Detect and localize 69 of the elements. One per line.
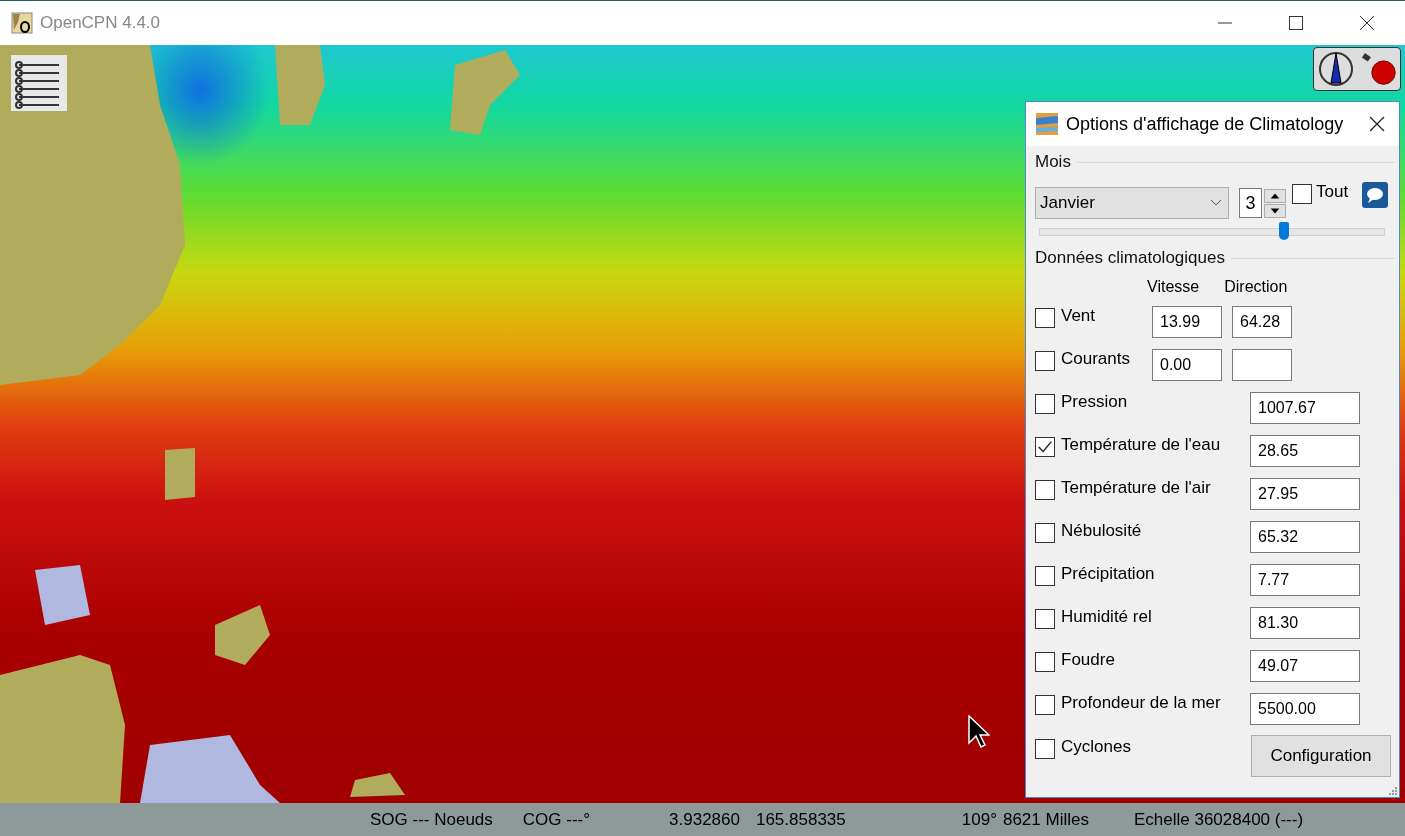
checkbox[interactable] xyxy=(1035,393,1055,414)
map-thumbnail-icon xyxy=(1036,113,1058,135)
status-text: Echelle 36028400 (---) xyxy=(1133,809,1304,830)
checkbox[interactable] xyxy=(1035,739,1055,759)
input-field[interactable]: 49.07 xyxy=(1250,649,1360,682)
close-icon[interactable] xyxy=(1359,15,1375,31)
dialog-title: Options d'affichage de Climatology xyxy=(1066,113,1344,135)
input-field[interactable]: 28.65 xyxy=(1250,434,1360,467)
checkbox[interactable] xyxy=(1035,350,1055,371)
input-field[interactable]: 81.30 xyxy=(1250,606,1360,639)
input-field[interactable]: 65.32 xyxy=(1250,520,1360,553)
checkbox[interactable] xyxy=(1035,565,1055,586)
checkbox-label: Pression xyxy=(1061,391,1128,412)
status-text: 109° xyxy=(961,809,997,830)
checkbox[interactable] xyxy=(1035,651,1055,672)
configuration-button[interactable]: Configuration xyxy=(1251,735,1391,777)
maximize-icon[interactable] xyxy=(1288,15,1304,31)
status-text: SOG --- Noeuds xyxy=(370,809,493,830)
cursor-icon xyxy=(968,715,990,749)
checkbox[interactable] xyxy=(1035,307,1055,328)
checkbox-label: Profondeur de la mer xyxy=(1061,692,1221,713)
input-field[interactable] xyxy=(1232,348,1292,381)
checkbox[interactable] xyxy=(1035,694,1055,715)
input-field[interactable]: 7.77 xyxy=(1250,563,1360,596)
checkbox-label: Tout xyxy=(1316,182,1349,202)
window-title: OpenCPN 4.4.0 xyxy=(40,13,160,33)
gps-status-icon[interactable] xyxy=(1360,51,1397,87)
close-icon[interactable] xyxy=(1369,116,1385,132)
input-field[interactable]: 27.95 xyxy=(1250,477,1360,510)
column-header: Vitesse xyxy=(1147,278,1200,297)
day-field[interactable]: 3 xyxy=(1239,188,1262,218)
checkbox-label: Vent xyxy=(1061,305,1096,326)
section-label: Données climatologiques xyxy=(1035,248,1225,268)
input-field[interactable]: 64.28 xyxy=(1232,305,1292,338)
section-label: Mois xyxy=(1035,152,1071,172)
slider-thumb[interactable] xyxy=(1279,222,1290,240)
speech-bubble-icon[interactable] xyxy=(1362,182,1389,208)
status-text: 3.932860 xyxy=(669,809,740,830)
status-text: COG ---° xyxy=(522,809,591,830)
month-dropdown[interactable]: Janvier xyxy=(1035,187,1229,219)
land-area xyxy=(215,605,270,665)
column-header: Direction xyxy=(1224,278,1288,297)
status-text: 8621 Milles xyxy=(1002,809,1089,830)
chevron-icon xyxy=(1210,199,1222,207)
checkbox[interactable] xyxy=(1035,522,1055,543)
checkbox-label: Cyclones xyxy=(1061,737,1131,757)
checkbox[interactable] xyxy=(1035,608,1055,629)
input-field[interactable]: 0.00 xyxy=(1152,348,1222,381)
checkbox-label: Humidité rel xyxy=(1061,606,1152,627)
input-field[interactable]: 13.99 xyxy=(1152,305,1222,338)
checkbox[interactable] xyxy=(1035,436,1055,457)
compass-icon[interactable] xyxy=(1317,51,1354,87)
ice-area xyxy=(35,565,90,625)
checkbox-label: Foudre xyxy=(1061,649,1115,670)
checkbox-label: Température de l'eau xyxy=(1061,434,1221,455)
checkbox-label: Courants xyxy=(1061,348,1130,369)
checkbox-label: Nébulosité xyxy=(1061,520,1142,541)
chart-icon xyxy=(11,12,33,34)
menu-icon[interactable] xyxy=(11,55,67,111)
resize-grip-icon[interactable] xyxy=(1388,786,1398,796)
status-text: 165.858335 xyxy=(755,809,846,830)
input-field[interactable]: 5500.00 xyxy=(1250,692,1360,725)
checkbox-label: Précipitation xyxy=(1061,563,1155,584)
land-area xyxy=(350,773,405,797)
checkbox[interactable] xyxy=(1035,479,1055,500)
input-field[interactable]: 1007.67 xyxy=(1250,391,1360,424)
checkbox-label: Température de l'air xyxy=(1061,477,1211,498)
land-area xyxy=(165,448,195,500)
checkbox[interactable] xyxy=(1292,184,1312,204)
